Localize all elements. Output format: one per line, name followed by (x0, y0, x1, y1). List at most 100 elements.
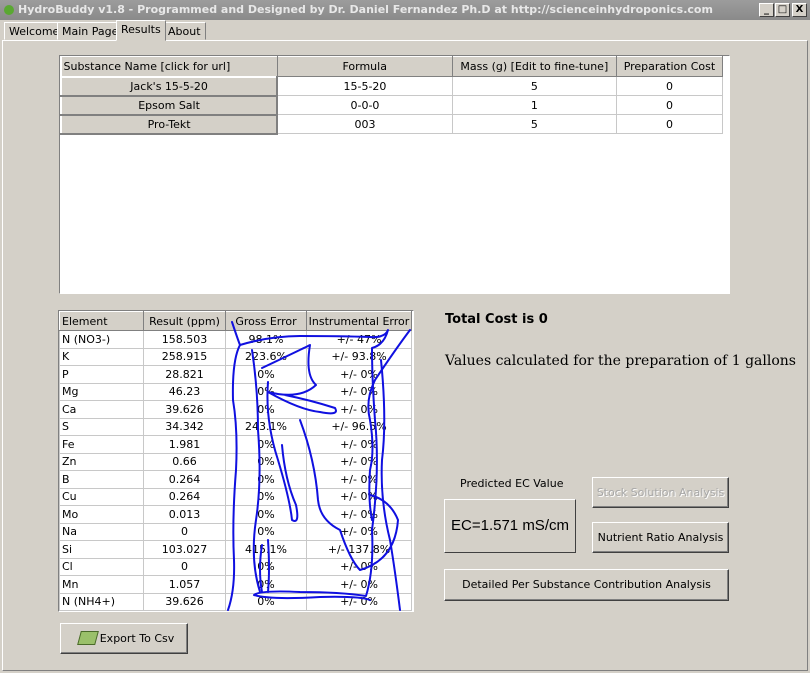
mass-cell[interactable]: 5 (451, 114, 617, 134)
cost-cell: 0 (615, 76, 724, 96)
element-cell: B (59, 470, 144, 489)
substance-name-button[interactable]: Epsom Salt (59, 94, 279, 116)
header-mass[interactable]: Mass (g) [Edit to fine-tune] (451, 56, 617, 77)
gross-error-cell: 0% (225, 557, 307, 576)
minimize-button[interactable]: _ (759, 3, 774, 17)
gross-error-cell: 0% (225, 470, 307, 489)
instrumental-error-cell: +/- 0% (306, 487, 412, 506)
result-cell: 28.821 (143, 365, 226, 384)
result-row: S 34.342 243.1% +/- 96.5% (59, 417, 412, 436)
instrumental-error-cell: +/- 0% (306, 435, 412, 454)
detailed-contribution-analysis-button[interactable]: Detailed Per Substance Contribution Anal… (444, 569, 729, 601)
instrumental-error-cell: +/- 0% (306, 505, 412, 524)
nutrient-ratio-analysis-button[interactable]: Nutrient Ratio Analysis (592, 522, 729, 553)
header-cost[interactable]: Preparation Cost (615, 56, 724, 77)
instrumental-error-cell: +/- 0% (306, 365, 412, 384)
gross-error-cell: 0% (225, 522, 307, 541)
result-row: P 28.821 0% +/- 0% (59, 365, 412, 384)
gross-error-cell: 0% (225, 365, 307, 384)
result-row: K 258.915 223.6% +/- 93.8% (59, 347, 412, 366)
result-cell: 1.057 (143, 575, 226, 594)
result-cell: 103.027 (143, 540, 226, 559)
formula-cell: 003 (276, 114, 453, 134)
stock-solution-analysis-button[interactable]: Stock Solution Analysis (592, 477, 729, 508)
instrumental-error-cell: +/- 0% (306, 470, 412, 489)
gross-error-cell: 0% (225, 592, 307, 611)
gross-error-cell: 243.1% (225, 417, 307, 436)
tab-main-page[interactable]: Main Page (57, 22, 124, 40)
instrumental-error-cell: +/- 96.5% (306, 417, 412, 436)
element-cell: Cl (59, 557, 144, 576)
gross-error-cell: 0% (225, 487, 307, 506)
mass-cell[interactable]: 1 (451, 95, 617, 115)
element-cell: Mg (59, 382, 144, 401)
gross-error-cell: 223.6% (225, 347, 307, 366)
header-instrumental-error[interactable]: Instrumental Error (306, 311, 412, 331)
element-cell: S (59, 417, 144, 436)
element-cell: K (59, 347, 144, 366)
substance-name-button[interactable]: Jack's 15-5-20 (59, 75, 279, 97)
mass-cell[interactable]: 5 (451, 76, 617, 96)
tab-about[interactable]: About (163, 22, 206, 40)
element-cell: Ca (59, 400, 144, 419)
formula-cell: 0-0-0 (276, 95, 453, 115)
substance-name-button[interactable]: Pro-Tekt (59, 113, 279, 135)
result-row: Mo 0.013 0% +/- 0% (59, 505, 412, 524)
export-icon (77, 631, 99, 645)
instrumental-error-cell: +/- 0% (306, 522, 412, 541)
element-cell: Na (59, 522, 144, 541)
element-cell: Si (59, 540, 144, 559)
instrumental-error-cell: +/- 0% (306, 575, 412, 594)
instrumental-error-cell: +/- 0% (306, 452, 412, 471)
result-row: Cl 0 0% +/- 0% (59, 557, 412, 576)
element-cell: Cu (59, 487, 144, 506)
result-cell: 0 (143, 557, 226, 576)
result-row: N (NH4+) 39.626 0% +/- 0% (59, 592, 412, 611)
substances-grid[interactable]: Substance Name [click for url] Formula M… (59, 55, 730, 294)
result-cell: 1.981 (143, 435, 226, 454)
element-cell: Mo (59, 505, 144, 524)
header-gross-error[interactable]: Gross Error (225, 311, 307, 331)
title-bar: HydroBuddy v1.8 - Programmed and Designe… (0, 0, 810, 20)
result-cell: 34.342 (143, 417, 226, 436)
result-row: Mn 1.057 0% +/- 0% (59, 575, 412, 594)
export-csv-label: Export To Csv (99, 632, 175, 645)
substance-row: Epsom Salt 0-0-0 1 0 (59, 94, 724, 116)
close-button[interactable]: X (792, 3, 807, 17)
substance-row: Pro-Tekt 003 5 0 (59, 113, 724, 135)
results-grid[interactable]: Element Result (ppm) Gross Error Instrum… (58, 310, 414, 612)
substance-row: Jack's 15-5-20 15-5-20 5 0 (59, 75, 724, 97)
gross-error-cell: 0% (225, 452, 307, 471)
header-result[interactable]: Result (ppm) (143, 311, 226, 331)
result-cell: 0 (143, 522, 226, 541)
result-cell: 258.915 (143, 347, 226, 366)
instrumental-error-cell: +/- 0% (306, 382, 412, 401)
gross-error-cell: 0% (225, 575, 307, 594)
gross-error-cell: 0% (225, 400, 307, 419)
result-cell: 46.23 (143, 382, 226, 401)
predicted-ec-label: Predicted EC Value (460, 477, 564, 490)
gross-error-cell: 0% (225, 435, 307, 454)
instrumental-error-cell: +/- 0% (306, 400, 412, 419)
tab-welcome[interactable]: Welcome (4, 22, 65, 40)
window-title: HydroBuddy v1.8 - Programmed and Designe… (18, 3, 713, 16)
element-cell: P (59, 365, 144, 384)
maximize-button[interactable]: □ (775, 3, 790, 17)
element-cell: Mn (59, 575, 144, 594)
header-formula[interactable]: Formula (276, 56, 453, 77)
export-csv-button[interactable]: Export To Csv (60, 623, 188, 654)
result-cell: 39.626 (143, 592, 226, 611)
result-row: Ca 39.626 0% +/- 0% (59, 400, 412, 419)
header-substance[interactable]: Substance Name [click for url] (60, 56, 278, 77)
result-row: B 0.264 0% +/- 0% (59, 470, 412, 489)
element-cell: Fe (59, 435, 144, 454)
instrumental-error-cell: +/- 0% (306, 557, 412, 576)
gross-error-cell: 98.1% (225, 330, 307, 349)
instrumental-error-cell: +/- 93.8% (306, 347, 412, 366)
result-row: Mg 46.23 0% +/- 0% (59, 382, 412, 401)
result-cell: 0.264 (143, 487, 226, 506)
result-cell: 158.503 (143, 330, 226, 349)
element-cell: N (NH4+) (59, 592, 144, 611)
tab-results[interactable]: Results (116, 20, 166, 41)
header-element[interactable]: Element (59, 311, 144, 331)
